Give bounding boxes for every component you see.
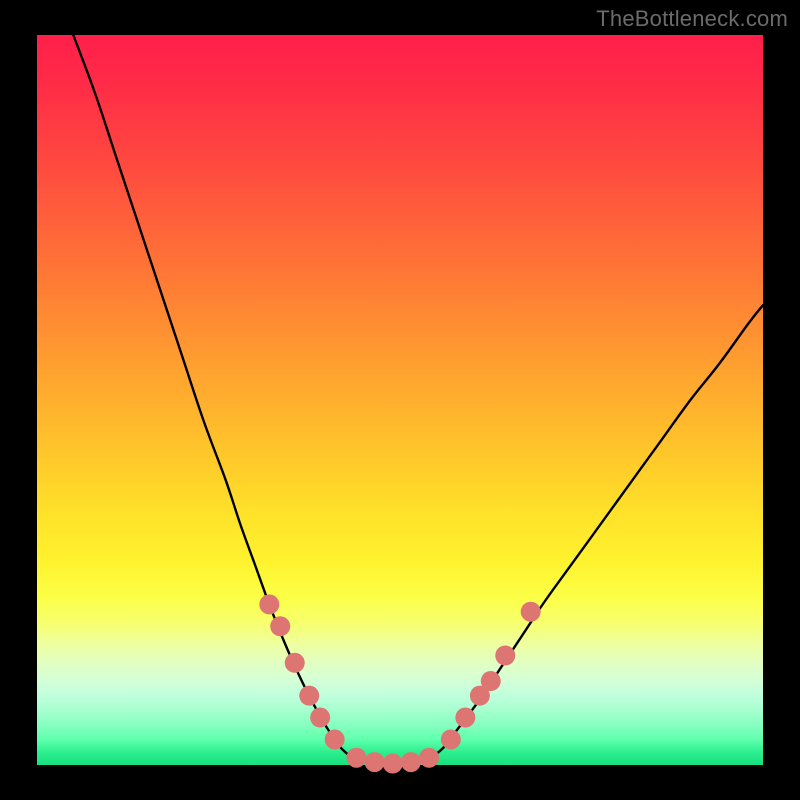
chart-stage: TheBottleneck.com [0,0,800,800]
plot-area [37,35,763,765]
watermark-text: TheBottleneck.com [596,6,788,32]
